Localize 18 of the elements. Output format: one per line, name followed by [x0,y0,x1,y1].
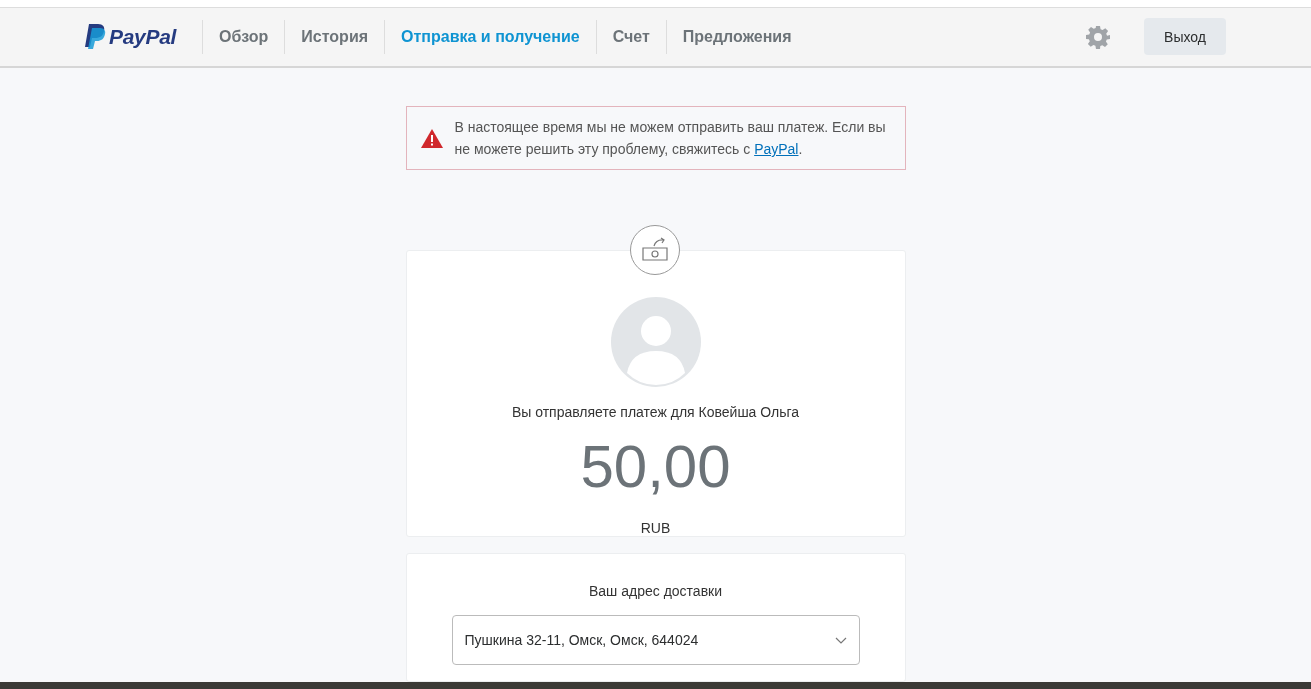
shipping-label: Ваш адрес доставки [588,583,722,599]
nav-tab[interactable]: Предложения [665,19,808,54]
logo-text[interactable]: PayPal [109,24,177,49]
logo-icon [84,23,106,50]
settings-icon[interactable] [1086,24,1110,49]
amount: 50,00 [580,432,731,502]
error-message: В настоящее время мы не можем отправить ваш платеж. Если вы не можете решить эту проблему, свяжитесь с PayPal. [454,118,887,159]
logout-button[interactable]: Выход [1144,18,1226,55]
warning-icon [420,128,443,148]
nav-tab[interactable]: Обзор [202,19,285,54]
address-select[interactable]: Пушкина 32-11, Омск, Омск, 644024 [451,615,860,665]
currency: RUB [640,520,671,536]
nav-tab[interactable]: История [284,19,385,54]
nav-tab[interactable]: Отправка и получение [384,19,596,54]
recipient-text: Вы отправляете платеж для Ковейша Ольга [511,404,800,420]
avatar-icon [610,297,701,387]
nav-tab[interactable]: Счет [595,19,666,54]
chevron-down-icon [834,636,847,644]
